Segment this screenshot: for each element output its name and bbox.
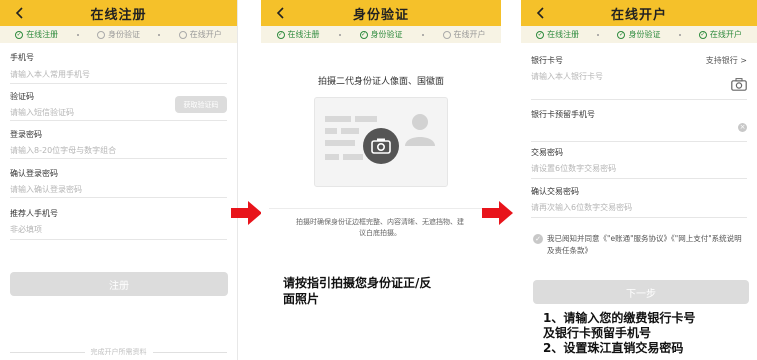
page-title: 在线注册 xyxy=(90,7,147,23)
step-separator xyxy=(338,33,341,36)
phone-input[interactable]: 请输入本人常用手机号 xyxy=(10,69,90,80)
camera-icon[interactable] xyxy=(731,78,747,91)
clear-icon[interactable]: × xyxy=(738,123,747,132)
open-account-screen: 在线开户 ✓ 在线注册 ✓ 身份验证 ✓ 在线开户 银行卡号 支持银行 > 请输入本人… xyxy=(521,0,757,360)
confirm-trade-password-input[interactable]: 请再次输入6位数字交易密码 xyxy=(531,202,632,213)
register-screen: 在线注册 ✓ 在线注册 身份验证 在线开户 手机号 请输入本人常用手机号 验证码 … xyxy=(0,0,238,360)
card-text-line xyxy=(325,140,355,146)
arrow-right-icon xyxy=(482,201,513,225)
step-verify: ✓ 身份验证 xyxy=(359,30,403,39)
step-indicator: ✓ 在线注册 ✓ 身份验证 ✓ 在线开户 xyxy=(521,26,757,43)
card-text-line xyxy=(355,116,377,122)
check-icon xyxy=(178,30,187,39)
phone-field[interactable]: 手机号 请输入本人常用手机号 xyxy=(10,52,227,84)
divider xyxy=(269,208,493,209)
supported-banks-link[interactable]: 支持银行 > xyxy=(706,55,747,66)
back-arrow-icon[interactable] xyxy=(271,4,289,22)
step-register: ✓ 在线注册 xyxy=(536,30,580,39)
header-bar: 在线开户 xyxy=(521,0,757,26)
referrer-phone-field[interactable]: 推荐人手机号 非必填项 xyxy=(10,208,227,240)
step-separator xyxy=(76,33,79,36)
middle-instruction-note: 请按指引拍摄您身份证正/反 面照片 xyxy=(283,276,432,306)
camera-icon xyxy=(371,138,391,154)
right-instruction-note: 1、请输入您的缴费银行卡号 及银行卡预留手机号 2、设置珠江直销交易密码 xyxy=(543,311,696,355)
step-register: ✓ 在线注册 xyxy=(276,30,320,39)
card-text-line xyxy=(325,116,351,122)
step-register: ✓ 在线注册 xyxy=(15,30,59,39)
next-step-button[interactable]: 下一步 xyxy=(533,280,749,304)
back-arrow-icon[interactable] xyxy=(10,4,28,22)
id-card-capture-area[interactable] xyxy=(314,97,448,187)
capture-instruction: 拍摄二代身份证人像面、国徽面 xyxy=(317,77,444,87)
step-indicator: ✓ 在线注册 ✓ 身份验证 在线开户 xyxy=(261,26,501,43)
login-password-field[interactable]: 登录密码 请输入8-20位字母与数字组合 xyxy=(10,129,227,159)
step-open-account: ✓ 在线开户 xyxy=(698,30,742,39)
get-code-button[interactable]: 获取验证码 xyxy=(175,96,227,113)
check-icon: ✓ xyxy=(698,30,707,39)
confirm-password-input[interactable]: 请输入确认登录密码 xyxy=(10,184,82,195)
check-icon: ✓ xyxy=(536,30,545,39)
arrow-right-icon xyxy=(231,201,262,225)
camera-button[interactable] xyxy=(363,128,399,164)
footer-divider: 完成开户所需资料 xyxy=(10,348,227,356)
capture-tip: 拍摄时确保身份证边框完整、内容清晰、无遮挡物、建议白底拍摄。 xyxy=(296,218,464,237)
check-icon: ✓ xyxy=(276,30,285,39)
back-arrow-icon[interactable] xyxy=(531,4,549,22)
check-icon: ✓ xyxy=(359,30,368,39)
agreement-checkbox[interactable]: ✓ xyxy=(533,234,543,244)
page-title: 身份验证 xyxy=(352,7,409,23)
step-open-account: 在线开户 xyxy=(178,29,222,40)
bank-card-input[interactable]: 请输入本人银行卡号 xyxy=(531,71,603,82)
page-title: 在线开户 xyxy=(610,7,667,23)
sms-code-input[interactable]: 请输入短信验证码 xyxy=(10,107,74,118)
card-text-line xyxy=(343,154,363,160)
referrer-phone-input[interactable]: 非必填项 xyxy=(10,224,42,235)
step-indicator: ✓ 在线注册 身份验证 在线开户 xyxy=(0,26,237,43)
register-button[interactable]: 注册 xyxy=(10,272,228,296)
step-separator xyxy=(158,33,161,36)
check-icon: ✓ xyxy=(617,30,626,39)
trade-password-input[interactable]: 请设置6位数字交易密码 xyxy=(531,163,616,174)
login-password-input[interactable]: 请输入8-20位字母与数字组合 xyxy=(10,145,116,156)
step-verify: 身份验证 xyxy=(96,29,140,40)
step-separator xyxy=(597,33,600,36)
step-open-account: 在线开户 xyxy=(442,29,486,40)
confirm-trade-password-field[interactable]: 确认交易密码 请再次输入6位数字交易密码 xyxy=(531,186,747,218)
check-icon: ✓ xyxy=(15,30,24,39)
check-icon xyxy=(442,30,451,39)
header-bar: 在线注册 xyxy=(0,0,237,26)
step-separator xyxy=(421,33,424,36)
card-text-line xyxy=(325,128,337,134)
trade-password-field[interactable]: 交易密码 请设置6位数字交易密码 xyxy=(531,147,747,179)
check-icon xyxy=(96,30,105,39)
card-text-line xyxy=(341,128,359,134)
step-separator xyxy=(678,33,681,36)
step-verify: ✓ 身份验证 xyxy=(617,30,661,39)
bank-phone-field[interactable]: 银行卡预留手机号 × xyxy=(531,109,747,142)
card-text-line xyxy=(325,154,339,160)
footer-text: 完成开户所需资料 xyxy=(90,348,147,356)
confirm-password-field[interactable]: 确认登录密码 请输入确认登录密码 xyxy=(10,168,227,198)
portrait-icon xyxy=(405,114,435,146)
bank-card-field[interactable]: 银行卡号 支持银行 > 请输入本人银行卡号 xyxy=(531,55,747,100)
header-bar: 身份验证 xyxy=(261,0,501,26)
agreement-text[interactable]: 我已阅知并同意《"e账通"服务协议》《"网上支付"系统说明及责任条款》 xyxy=(547,233,747,257)
